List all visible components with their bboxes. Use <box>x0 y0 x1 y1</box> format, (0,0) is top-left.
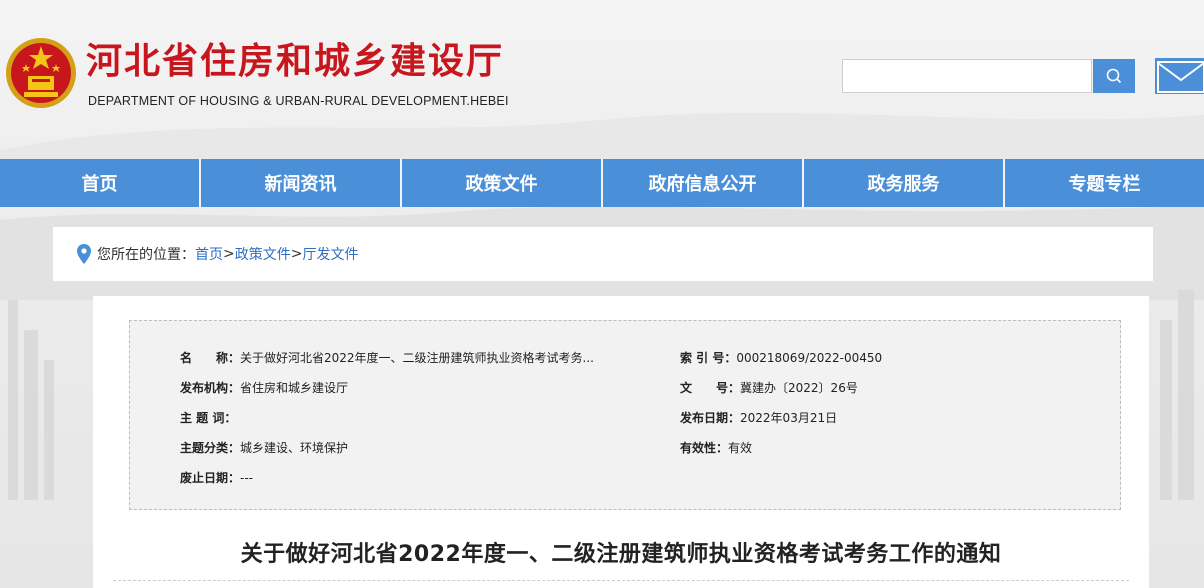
info-expiry-label: 废止日期： <box>180 471 241 485</box>
search-icon <box>1106 68 1122 84</box>
breadcrumb-link-policy[interactable]: 政策文件 <box>235 244 291 264</box>
info-index-value: 000218069/2022-00450 <box>736 351 883 365</box>
mail-button[interactable] <box>1155 58 1204 94</box>
info-issuer-label: 发布机构： <box>180 381 241 395</box>
mail-icon <box>1157 61 1204 93</box>
main-nav: 首页 新闻资讯 政策文件 政府信息公开 政务服务 专题专栏 <box>0 159 1204 207</box>
info-expiry-value: --- <box>240 471 254 485</box>
info-index: 索 引 号：000218069/2022-00450 <box>680 349 882 366</box>
article-title: 关于做好河北省2022年度一、二级注册建筑师执业资格考试考务工作的通知 <box>240 542 1002 567</box>
breadcrumb: 您所在的位置： 首页 > 政策文件 > 厅发文件 <box>53 227 1153 281</box>
info-keywords: 主 题 词： <box>180 409 236 426</box>
info-validity-label: 有效性： <box>680 441 729 455</box>
info-name-label: 名 称： <box>180 351 241 365</box>
location-pin-icon <box>77 244 91 264</box>
site-header: 河北省住房和城乡建设厅 DEPARTMENT OF HOUSING & URBA… <box>0 0 1204 158</box>
info-keywords-label: 主 题 词： <box>180 411 237 425</box>
info-name-value: 关于做好河北省2022年度一、二级注册建筑师执业资格考试考务... <box>240 351 595 365</box>
info-validity: 有效性：有效 <box>680 439 752 456</box>
site-title: 河北省住房和城乡建设厅 <box>86 41 505 82</box>
info-docno: 文 号：冀建办〔2022〕26号 <box>680 379 858 396</box>
info-category-value: 城乡建设、环境保护 <box>240 441 349 455</box>
info-expiry: 废止日期：--- <box>180 469 253 486</box>
info-name: 名 称：关于做好河北省2022年度一、二级注册建筑师执业资格考试考务... <box>180 349 594 366</box>
breadcrumb-separator: > <box>223 246 235 262</box>
breadcrumb-separator: > <box>290 246 303 262</box>
info-date-value: 2022年03月21日 <box>740 411 838 425</box>
nav-item-news[interactable]: 新闻资讯 <box>201 159 402 207</box>
nav-item-services[interactable]: 政务服务 <box>804 159 1005 207</box>
info-index-label: 索 引 号： <box>680 351 737 365</box>
nav-item-home[interactable]: 首页 <box>0 159 201 207</box>
breadcrumb-link-home[interactable]: 首页 <box>195 244 223 264</box>
title-divider <box>113 580 1129 581</box>
info-date-label: 发布日期： <box>680 411 741 425</box>
info-docno-label: 文 号： <box>680 381 741 395</box>
info-issuer: 发布机构：省住房和城乡建设厅 <box>180 379 348 396</box>
info-validity-value: 有效 <box>728 441 753 455</box>
document-info-box: 名 称：关于做好河北省2022年度一、二级注册建筑师执业资格考试考务... 索 … <box>129 320 1121 510</box>
info-date: 发布日期：2022年03月21日 <box>680 409 837 426</box>
search-button[interactable] <box>1093 59 1135 93</box>
info-docno-value: 冀建办〔2022〕26号 <box>740 381 858 395</box>
search-input[interactable] <box>842 59 1092 93</box>
breadcrumb-prefix: 您所在的位置： <box>97 247 195 263</box>
national-emblem-icon <box>6 38 76 108</box>
info-category-label: 主题分类： <box>180 441 241 455</box>
breadcrumb-link-dept-docs[interactable]: 厅发文件 <box>302 244 358 264</box>
nav-item-gov-info[interactable]: 政府信息公开 <box>603 159 804 207</box>
nav-item-policy[interactable]: 政策文件 <box>402 159 603 207</box>
info-issuer-value: 省住房和城乡建设厅 <box>240 381 349 395</box>
nav-item-topics[interactable]: 专题专栏 <box>1005 159 1204 207</box>
site-subtitle: DEPARTMENT OF HOUSING & URBAN-RURAL DEVE… <box>88 94 509 108</box>
info-category: 主题分类：城乡建设、环境保护 <box>180 439 348 456</box>
main-content: 名 称：关于做好河北省2022年度一、二级注册建筑师执业资格考试考务... 索 … <box>93 296 1149 588</box>
